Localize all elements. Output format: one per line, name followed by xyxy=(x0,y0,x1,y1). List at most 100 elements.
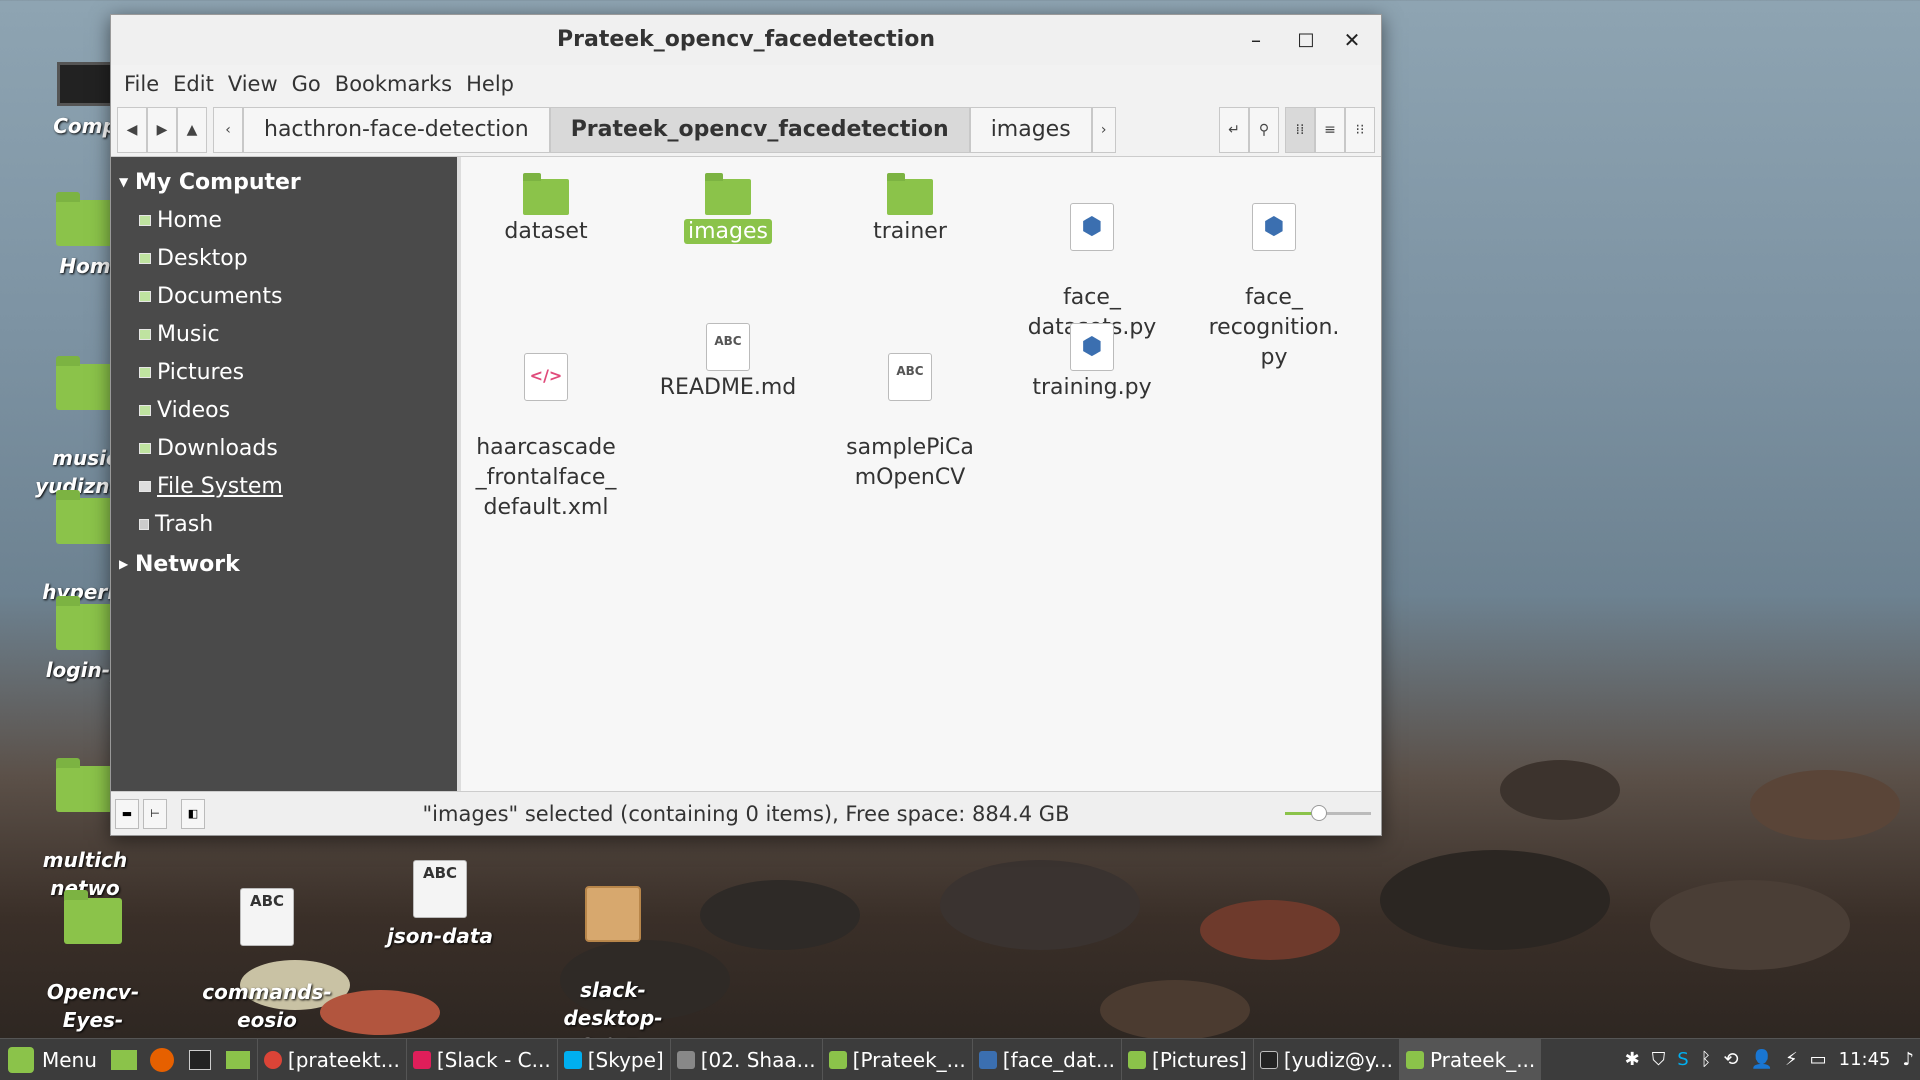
downloads-folder-icon xyxy=(139,442,151,454)
file-name-selected: images xyxy=(684,219,772,244)
breadcrumb-left-button[interactable]: ‹ xyxy=(213,106,243,153)
taskbar-task[interactable]: [02. Shaa... xyxy=(669,1039,822,1080)
taskbar-task[interactable]: [yudiz@y... xyxy=(1252,1039,1399,1080)
file-item-trainer[interactable]: trainer xyxy=(835,165,985,247)
firefox-launcher[interactable] xyxy=(145,1043,179,1077)
desktop-icon-label: commands- eosio xyxy=(202,980,332,1032)
compact-view-button[interactable]: ⁝⁝ xyxy=(1345,106,1375,153)
menu-edit[interactable]: Edit xyxy=(166,72,221,96)
sidebar-item-label: Home xyxy=(157,207,222,233)
menu-help[interactable]: Help xyxy=(459,72,521,96)
breadcrumb-item[interactable]: images xyxy=(969,106,1092,153)
network-icon[interactable]: ⚡ xyxy=(1785,1049,1798,1070)
menu-go[interactable]: Go xyxy=(285,72,328,96)
skype-tray-icon[interactable]: S xyxy=(1677,1049,1688,1070)
bluetooth-icon[interactable]: ᛒ xyxy=(1701,1049,1712,1070)
file-item-dataset[interactable]: dataset xyxy=(471,165,621,247)
task-label: [02. Shaa... xyxy=(700,1047,816,1072)
sidebar-item-file-system[interactable]: File System xyxy=(111,467,457,505)
folder-icon xyxy=(1128,1050,1147,1069)
desktop-icon-json-data[interactable]: ABC json-data xyxy=(365,860,515,950)
file-name: README.md xyxy=(659,375,797,400)
window-title: Prateek_opencv_facedetection xyxy=(557,27,935,52)
search-button[interactable]: ⚲ xyxy=(1249,106,1279,153)
terminal-launcher[interactable] xyxy=(183,1043,217,1077)
task-label: [Skype] xyxy=(587,1047,664,1072)
sidebar-item-documents[interactable]: Documents xyxy=(111,277,457,315)
sidebar-item-pictures[interactable]: Pictures xyxy=(111,353,457,391)
menu-file[interactable]: File xyxy=(117,72,166,96)
arrow-right-icon: ▶ xyxy=(156,121,168,138)
folder-icon xyxy=(64,890,122,944)
forward-button[interactable]: ▶ xyxy=(147,106,177,153)
folder-icon xyxy=(523,173,569,215)
task-label: Prateek_... xyxy=(1429,1047,1536,1072)
minimize-button[interactable]: – xyxy=(1241,25,1271,55)
start-menu-button[interactable]: Menu xyxy=(0,1039,105,1080)
user-icon[interactable]: 👤 xyxy=(1751,1049,1773,1070)
clock[interactable]: 11:45 xyxy=(1839,1049,1891,1070)
sidebar-item-trash[interactable]: Trash xyxy=(111,505,457,543)
breadcrumb-right-button[interactable]: › xyxy=(1091,106,1116,153)
back-button[interactable]: ◀ xyxy=(117,106,147,153)
battery-icon[interactable]: ▭ xyxy=(1810,1049,1827,1070)
taskbar-task-active[interactable]: Prateek_... xyxy=(1398,1039,1542,1080)
task-label: [Pictures] xyxy=(1152,1047,1247,1072)
titlebar[interactable]: Prateek_opencv_facedetection – □ ✕ xyxy=(111,15,1381,65)
volume-icon[interactable]: ♪ xyxy=(1903,1049,1915,1070)
sidebar-section-my-computer[interactable]: ▼ My Computer xyxy=(111,163,457,201)
sidebar-item-home[interactable]: Home xyxy=(111,201,457,239)
taskbar-task[interactable]: [Prateek_... xyxy=(821,1039,972,1080)
taskbar-task[interactable]: [Pictures] xyxy=(1121,1039,1253,1080)
taskbar-task[interactable]: [Slack - C... xyxy=(405,1039,557,1080)
close-button[interactable]: ✕ xyxy=(1337,25,1367,55)
file-item-haarcascade[interactable]: </> haarcascade _frontalface_ default.xm… xyxy=(471,315,621,553)
taskbar-task[interactable]: [face_dat... xyxy=(971,1039,1121,1080)
maximize-button[interactable]: □ xyxy=(1291,25,1321,55)
sidebar-item-desktop[interactable]: Desktop xyxy=(111,239,457,277)
file-item-readme[interactable]: ABC README.md xyxy=(653,315,803,403)
show-desktop-launcher[interactable] xyxy=(107,1043,141,1077)
location-toggle-button[interactable]: ↵ xyxy=(1219,106,1249,153)
file-view[interactable]: dataset images trainer ⬢ face_ datasets.… xyxy=(461,157,1381,791)
up-button[interactable]: ▲ xyxy=(177,106,207,153)
sidebar-item-downloads[interactable]: Downloads xyxy=(111,429,457,467)
icon-view-button[interactable]: ⁞⁞ xyxy=(1285,106,1315,153)
taskbar-task[interactable]: [Skype] xyxy=(556,1039,670,1080)
mint-logo-icon xyxy=(8,1046,34,1073)
desktop-icon-label: Comp xyxy=(53,114,117,138)
python-file-icon: ⬢ xyxy=(1070,323,1114,371)
file-item-samplepicam[interactable]: ABC samplePiCa mOpenCV xyxy=(835,315,985,523)
monitor-icon xyxy=(57,62,113,106)
trash-icon xyxy=(139,518,149,530)
list-view-button[interactable]: ≡ xyxy=(1315,106,1345,153)
sidebar-section-network[interactable]: ▶ Network xyxy=(111,545,457,583)
slack-tray-icon[interactable]: ✱ xyxy=(1625,1049,1640,1070)
desktop-icon xyxy=(110,1049,137,1070)
update-icon[interactable]: ⟲ xyxy=(1723,1049,1738,1070)
menu-view[interactable]: View xyxy=(221,72,285,96)
pictures-folder-icon xyxy=(139,366,151,378)
shield-icon[interactable]: ⛉ xyxy=(1652,1049,1666,1070)
file-item-training[interactable]: ⬢ training.py xyxy=(1017,315,1167,403)
task-label: [prateekt... xyxy=(287,1047,400,1072)
files-launcher[interactable] xyxy=(221,1043,255,1077)
desktop-icon-commands-eosio[interactable]: ABC commands- eosio xyxy=(192,860,342,1034)
toolbar: ◀ ▶ ▲ ‹ hacthron-face-detection Prateek_… xyxy=(111,103,1381,157)
sidebar-item-videos[interactable]: Videos xyxy=(111,391,457,429)
music-folder-icon xyxy=(139,328,151,340)
breadcrumb-item[interactable]: hacthron-face-detection xyxy=(243,106,550,153)
main-area: ▼ My Computer Home Desktop Documents Mus… xyxy=(111,157,1381,791)
sidebar-item-label: Documents xyxy=(157,283,283,309)
chevron-right-icon: ▶ xyxy=(119,557,129,571)
file-item-face-recognition[interactable]: ⬢ face_ recognition. py xyxy=(1199,165,1349,403)
file-item-images[interactable]: images xyxy=(653,165,803,247)
breadcrumb-item-current[interactable]: Prateek_opencv_facedetection xyxy=(549,106,970,153)
statusbar: ▬ ⊢ ◧ "images" selected (containing 0 it… xyxy=(111,791,1381,835)
zoom-slider[interactable] xyxy=(1285,805,1371,821)
compact-icon: ⁝⁝ xyxy=(1355,121,1365,138)
taskbar-task[interactable]: [prateekt... xyxy=(256,1039,406,1080)
file-name: dataset xyxy=(504,219,588,244)
sidebar-item-music[interactable]: Music xyxy=(111,315,457,353)
menu-bookmarks[interactable]: Bookmarks xyxy=(328,72,459,96)
